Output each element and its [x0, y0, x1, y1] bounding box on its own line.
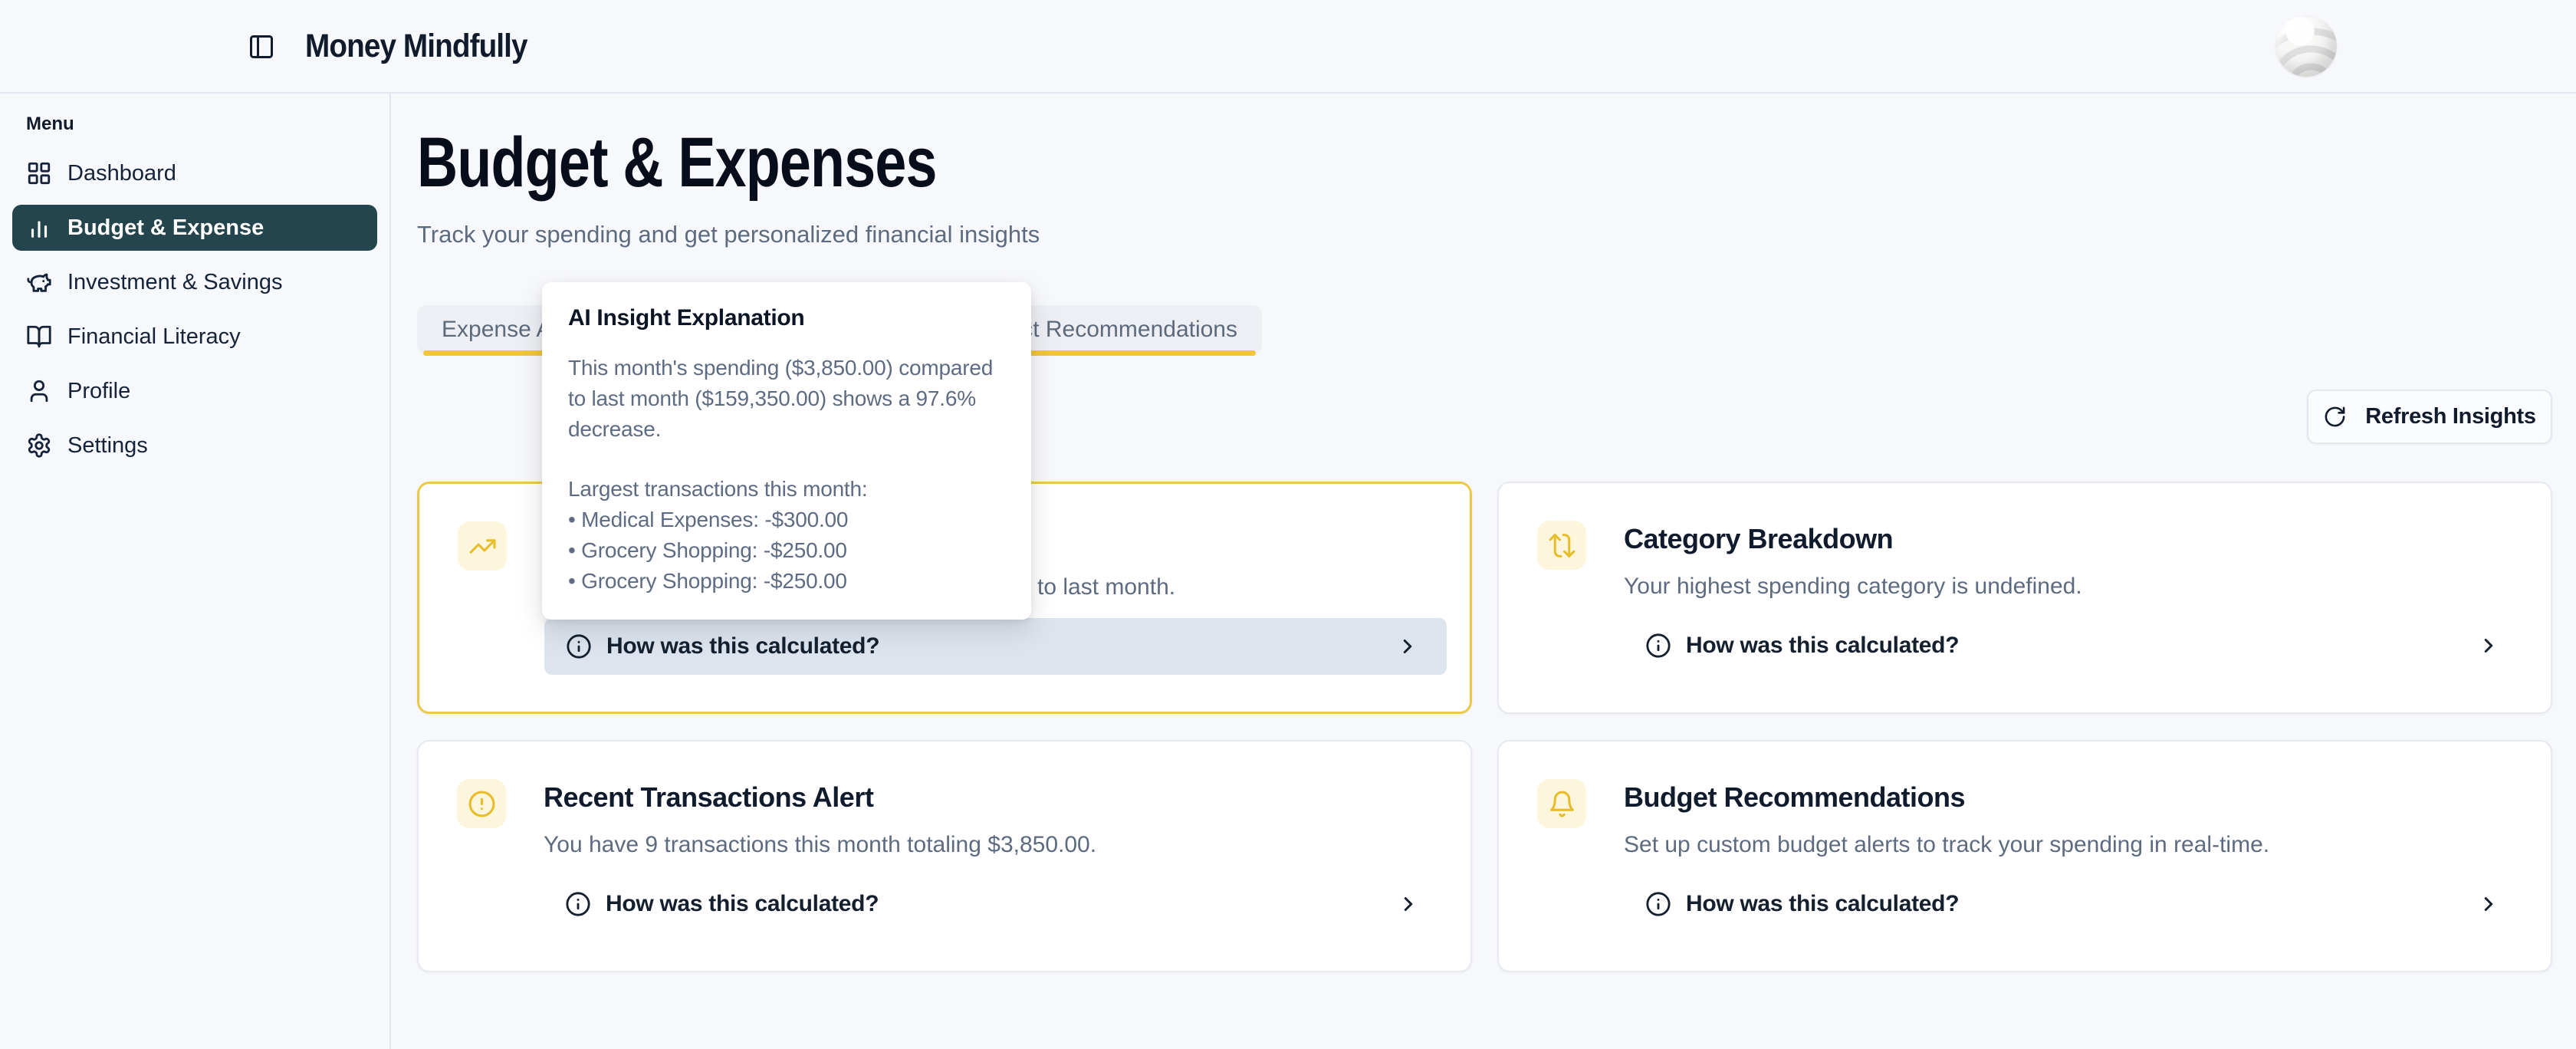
tooltip-line: • Medical Expenses: -$300.00	[568, 505, 1005, 535]
how-calculated-label: How was this calculated?	[606, 633, 879, 659]
bell-icon	[1548, 790, 1576, 818]
info-icon	[1645, 891, 1671, 917]
alert-circle-icon	[468, 790, 496, 818]
tooltip-line: to last month ($159,350.00) shows a 97.6…	[568, 383, 1005, 414]
sidebar-nav: Dashboard Budget & Expense Investment & …	[0, 150, 389, 469]
how-calculated-label: How was this calculated?	[606, 891, 879, 917]
ai-insight-tooltip: AI Insight Explanation This month's spen…	[542, 282, 1031, 620]
sidebar-toggle-button[interactable]	[241, 26, 282, 67]
how-calculated-label: How was this calculated?	[1686, 633, 1959, 659]
chevron-right-icon	[1397, 893, 1420, 916]
how-calculated-row[interactable]: How was this calculated?	[544, 876, 1447, 932]
sidebar-item-label: Budget & Expense	[67, 215, 264, 241]
open-book-icon	[26, 324, 52, 350]
refresh-icon	[2323, 405, 2347, 429]
card-title: Category Breakdown	[1624, 523, 1893, 555]
chevron-right-icon	[2477, 893, 2500, 916]
how-calculated-row[interactable]: How was this calculated?	[1624, 617, 2528, 674]
sidebar-item-label: Financial Literacy	[67, 324, 241, 350]
icon-tile	[1537, 521, 1586, 570]
info-icon	[566, 633, 592, 659]
insight-card-recent-transactions: Recent Transactions Alert You have 9 tra…	[417, 740, 1472, 972]
sidebar-item-label: Settings	[67, 433, 148, 459]
tooltip-line: • Grocery Shopping: -$250.00	[568, 566, 1005, 597]
tooltip-line: This month's spending ($3,850.00) compar…	[568, 353, 1005, 383]
trending-up-icon	[468, 532, 497, 561]
sidebar-item-label: Dashboard	[67, 161, 176, 186]
panel-left-icon	[248, 33, 275, 61]
page-subtitle: Track your spending and get personalized…	[417, 221, 1040, 248]
tab-expense-analysis[interactable]: Expense A	[442, 305, 551, 354]
page-title: Budget & Expenses	[417, 126, 937, 200]
repeat-icon	[1548, 531, 1576, 560]
tooltip-line: • Grocery Shopping: -$250.00	[568, 535, 1005, 566]
sidebar-item-budget-expense[interactable]: Budget & Expense	[12, 205, 377, 251]
layout-grid-icon	[26, 160, 52, 186]
app-title: Money Mindfully	[305, 28, 527, 65]
sidebar-item-label: Profile	[67, 379, 130, 404]
app-header: Money Mindfully	[0, 0, 2576, 94]
sidebar-item-settings[interactable]: Settings	[12, 423, 377, 469]
info-icon	[565, 891, 591, 917]
sidebar: Menu Dashboard Budget & Expense Investme…	[0, 94, 391, 1049]
tooltip-title: AI Insight Explanation	[568, 305, 1005, 331]
avatar[interactable]	[2275, 15, 2337, 77]
how-calculated-row[interactable]: How was this calculated?	[544, 618, 1447, 675]
card-title: Budget Recommendations	[1624, 781, 1965, 814]
sidebar-item-financial-literacy[interactable]: Financial Literacy	[12, 314, 377, 360]
icon-tile	[1537, 779, 1586, 828]
how-calculated-label: How was this calculated?	[1686, 891, 1959, 917]
chevron-right-icon	[1396, 635, 1419, 658]
insight-card-category-breakdown: Category Breakdown Your highest spending…	[1497, 482, 2552, 714]
bar-chart-icon	[26, 215, 52, 241]
refresh-insights-button[interactable]: Refresh Insights	[2307, 390, 2552, 444]
refresh-insights-label: Refresh Insights	[2365, 404, 2535, 429]
icon-tile	[457, 779, 506, 828]
sidebar-item-dashboard[interactable]: Dashboard	[12, 150, 377, 196]
card-description: Set up custom budget alerts to track you…	[1624, 832, 2269, 858]
card-description: Your highest spending category is undefi…	[1624, 574, 2082, 600]
tooltip-line: decrease.	[568, 414, 1005, 445]
sidebar-item-profile[interactable]: Profile	[12, 368, 377, 414]
chevron-right-icon	[2477, 634, 2500, 657]
tab-recommendations[interactable]: ct Recommendations	[1021, 305, 1237, 354]
info-icon	[1645, 633, 1671, 659]
piggy-bank-icon	[26, 269, 52, 295]
gear-icon	[26, 432, 52, 459]
insight-card-budget-recommendations: Budget Recommendations Set up custom bud…	[1497, 740, 2552, 972]
card-description: You have 9 transactions this month total…	[544, 832, 1096, 858]
icon-tile	[458, 521, 507, 571]
user-icon	[26, 378, 52, 404]
sidebar-item-label: Investment & Savings	[67, 270, 282, 295]
how-calculated-row[interactable]: How was this calculated?	[1624, 876, 2528, 932]
sidebar-menu-label: Menu	[26, 113, 389, 135]
tooltip-line: Largest transactions this month:	[568, 474, 1005, 505]
sidebar-item-investment-savings[interactable]: Investment & Savings	[12, 259, 377, 305]
card-title: Recent Transactions Alert	[544, 781, 873, 814]
